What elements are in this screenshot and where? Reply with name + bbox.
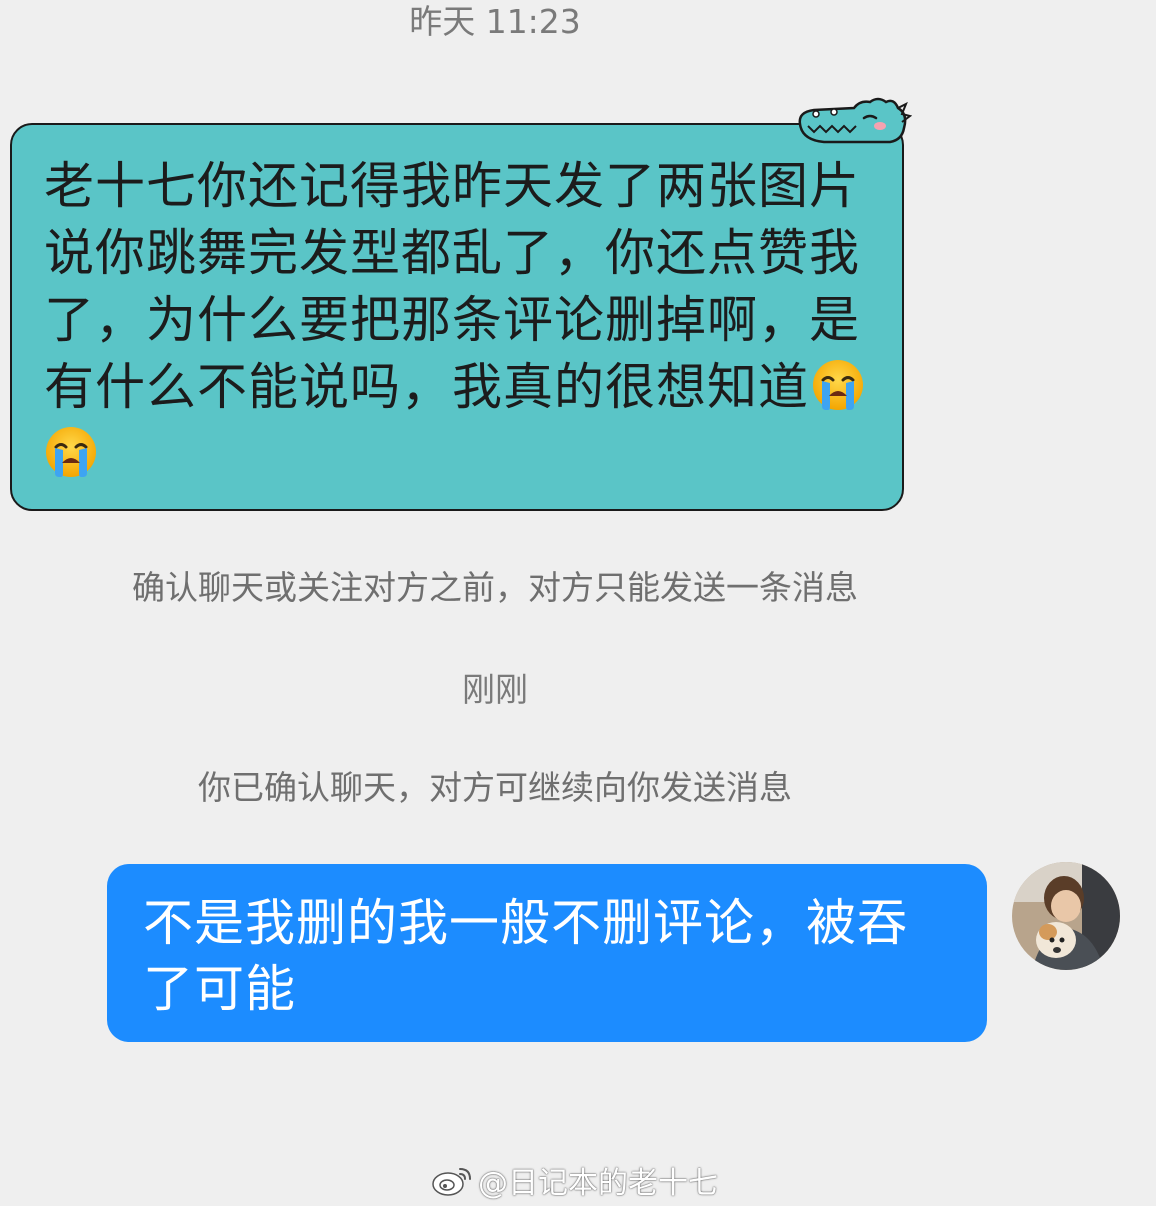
watermark-text: @日记本的老十七: [478, 1166, 718, 1201]
system-note-confirm: 确认聊天或关注对方之前，对方只能发送一条消息: [132, 568, 858, 607]
crying-face-icon: [46, 427, 96, 477]
incoming-emoji-line: [44, 421, 872, 488]
system-note-confirmed: 你已确认聊天，对方可继续向你发送消息: [198, 768, 792, 807]
timestamp-yesterday: 昨天 11:23: [409, 2, 581, 41]
weibo-logo-icon: [432, 1168, 471, 1196]
timestamp-just-now: 刚刚: [462, 670, 528, 709]
crying-face-icon: [813, 360, 863, 410]
incoming-message-text: 老十七你还记得我昨天发了两张图片说你跳舞完发型都乱了，你还点赞我了，为什么要把那…: [44, 157, 860, 416]
outgoing-message-text: 不是我删的我一般不删评论，被吞了可能: [143, 894, 908, 1018]
crocodile-sticker-icon: [798, 97, 912, 144]
outgoing-message-bubble[interactable]: 不是我删的我一般不删评论，被吞了可能: [107, 864, 987, 1042]
incoming-message-bubble[interactable]: 老十七你还记得我昨天发了两张图片说你跳舞完发型都乱了，你还点赞我了，为什么要把那…: [10, 123, 904, 511]
avatar-photo: [1012, 862, 1120, 970]
weibo-watermark: @日记本的老十七: [430, 1160, 718, 1201]
incoming-message-content: 老十七你还记得我昨天发了两张图片说你跳舞完发型都乱了，你还点赞我了，为什么要把那…: [44, 153, 872, 421]
avatar[interactable]: [1012, 862, 1120, 970]
